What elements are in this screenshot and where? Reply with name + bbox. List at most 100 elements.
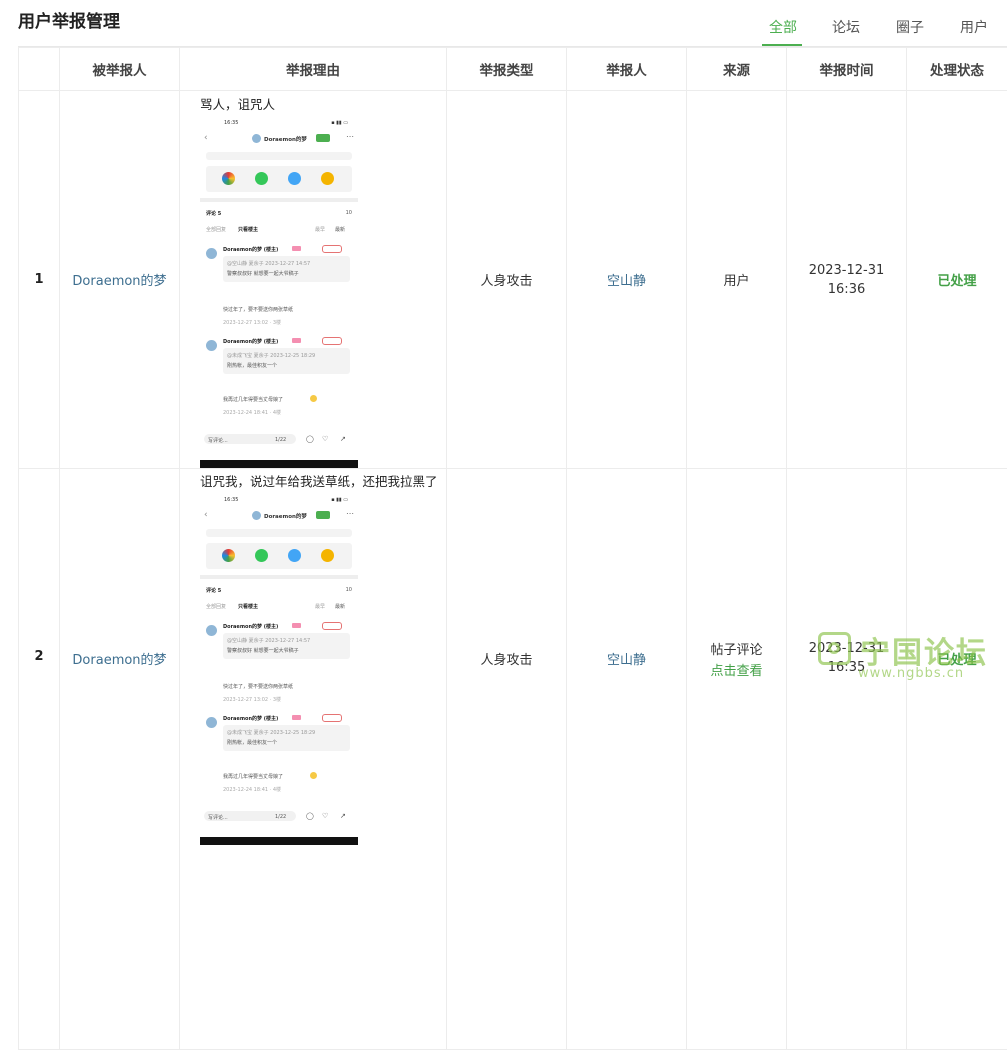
back-icon: ‹ — [204, 510, 208, 520]
phone-signal-icon: ▪ ▮▮ ▭ — [331, 497, 348, 503]
source-cell: 用户 — [687, 91, 787, 469]
moments-share-icon — [222, 549, 235, 562]
table-header-row: 被举报人 举报理由 举报类型 举报人 来源 举报时间 处理状态 — [19, 48, 1007, 91]
comment-author: Doraemon的梦 (楼主) — [223, 338, 278, 345]
filter-tabs: 全部 论坛 圈子 用户 — [0, 0, 1007, 47]
reported-user-link[interactable]: Doraemon的梦 — [60, 469, 180, 1050]
host-badge — [292, 715, 301, 720]
post-author: Doraemon的梦 — [264, 135, 307, 143]
reply-badge — [322, 622, 342, 630]
col-time: 举报时间 — [787, 48, 907, 91]
view-source-link[interactable]: 点击查看 — [687, 660, 786, 679]
comment-text: 快过年了，要不要送你两张草纸 — [223, 306, 293, 313]
comment-text: 我再过几年得要当丈母娘了 — [223, 396, 283, 403]
avatar — [206, 340, 217, 351]
post-preview — [206, 529, 352, 537]
comment-author: Doraemon的梦 (楼主) — [223, 623, 278, 630]
reporter-link[interactable]: 空山静 — [567, 91, 687, 469]
report-time: 2023-12-31 16:36 — [787, 91, 907, 469]
phone-time: 16:35 — [224, 120, 238, 126]
comments-label: 评论 5 — [206, 210, 221, 217]
phone-status-bar: 16:35 ▪ ▮▮ ▭ — [200, 118, 358, 128]
col-reported-user: 被举报人 — [60, 48, 180, 91]
qq-share-icon — [288, 172, 301, 185]
reply-text: 刚热帐，最佳积友一个 — [227, 362, 277, 369]
follow-badge — [316, 511, 330, 519]
wechat-share-icon — [255, 549, 268, 562]
sort-new: 最新 — [335, 603, 345, 610]
avatar — [206, 717, 217, 728]
tab-forum[interactable]: 论坛 — [832, 17, 860, 37]
moments-share-icon — [222, 172, 235, 185]
reply-text: 警察叔叔好 就想要一起大爷稿子 — [227, 270, 299, 277]
reply-meta: @未成飞宝 夏余子 2023-12-25 18:29 — [227, 352, 315, 359]
table-row: 2 Doraemon的梦 诅咒我，说过年给我送草纸，还把我拉黑了 16:35 ▪… — [19, 469, 1007, 1050]
sort-early: 最早 — [315, 226, 325, 233]
comment-icon: ◯ — [306, 435, 314, 443]
reason-cell: 骂人，诅咒人 16:35 ▪ ▮▮ ▭ ‹ Doraemon的梦 ⋯ 评论 5 … — [180, 91, 447, 469]
source-text: 帖子评论 — [710, 643, 762, 658]
comment-text: 我再过几年得要当丈母娘了 — [223, 773, 283, 780]
comment-meta: 2023-12-27 13:02 · 3楼 — [223, 319, 281, 326]
follow-badge — [316, 134, 330, 142]
reporter-link[interactable]: 空山静 — [567, 469, 687, 1050]
qzone-share-icon — [321, 172, 334, 185]
evidence-screenshot[interactable]: 16:35 ▪ ▮▮ ▭ ‹ Doraemon的梦 ⋯ 评论 5 10 全部回复… — [200, 495, 358, 845]
report-time-text: 2023-12-31 16:36 — [807, 261, 887, 299]
share-icon: ↗ — [340, 812, 346, 820]
sort-new: 最新 — [335, 226, 345, 233]
report-table: 被举报人 举报理由 举报类型 举报人 来源 举报时间 处理状态 1 Doraem… — [18, 47, 1007, 1050]
tab-all[interactable]: 全部 — [769, 17, 797, 37]
watermark-url: www.ngbbs.cn — [858, 666, 964, 681]
host-badge — [292, 623, 301, 628]
post-header: ‹ Doraemon的梦 ⋯ — [200, 131, 358, 147]
reply-text: 警察叔叔好 就想要一起大爷稿子 — [227, 647, 299, 654]
row-index: 1 — [19, 91, 60, 469]
phone-status-bar: 16:35 ▪ ▮▮ ▭ — [200, 495, 358, 505]
host-badge — [292, 246, 301, 251]
comment-icon: ◯ — [306, 812, 314, 820]
col-reason: 举报理由 — [180, 48, 447, 91]
col-status: 处理状态 — [907, 48, 1007, 91]
reported-user-link[interactable]: Doraemon的梦 — [60, 91, 180, 469]
wechat-share-icon — [255, 172, 268, 185]
comment-author: Doraemon的梦 (楼主) — [223, 715, 278, 722]
source-cell: 帖子评论 点击查看 — [687, 469, 787, 1050]
comment-meta: 2023-12-24 18:41 · 4楼 — [223, 786, 281, 793]
emoji-icon — [310, 772, 317, 779]
sort-early: 最早 — [315, 603, 325, 610]
reason-cell: 诅咒我，说过年给我送草纸，还把我拉黑了 16:35 ▪ ▮▮ ▭ ‹ Dorae… — [180, 469, 447, 1050]
tab-user[interactable]: 用户 — [960, 17, 988, 37]
avatar — [206, 625, 217, 636]
comment-count: 10 — [346, 210, 352, 216]
host-badge — [292, 338, 301, 343]
more-icon: ⋯ — [346, 132, 354, 141]
like-icon: ♡ — [322, 435, 328, 443]
comment-input-placeholder: 写评论... — [208, 437, 228, 444]
phone-nav-bar — [200, 460, 358, 468]
post-preview — [206, 152, 352, 160]
status-badge: 已处理 — [907, 469, 1007, 1050]
share-icon: ↗ — [340, 435, 346, 443]
phone-time: 16:35 — [224, 497, 238, 503]
emoji-icon — [310, 395, 317, 402]
report-type: 人身攻击 — [447, 91, 567, 469]
avatar — [206, 248, 217, 259]
col-type: 举报类型 — [447, 48, 567, 91]
reply-text: 刚热帐，最佳积友一个 — [227, 739, 277, 746]
evidence-screenshot[interactable]: 16:35 ▪ ▮▮ ▭ ‹ Doraemon的梦 ⋯ 评论 5 10 全部回复… — [200, 118, 358, 468]
reply-meta: @空山静 夏余子 2023-12-27 14:57 — [227, 260, 310, 267]
tab-circle[interactable]: 圈子 — [896, 17, 924, 37]
comment-meta: 2023-12-24 18:41 · 4楼 — [223, 409, 281, 416]
phone-nav-bar — [200, 837, 358, 845]
reason-text: 诅咒我，说过年给我送草纸，还把我拉黑了 — [200, 471, 446, 490]
post-author: Doraemon的梦 — [264, 512, 307, 520]
table-row: 1 Doraemon的梦 骂人，诅咒人 16:35 ▪ ▮▮ ▭ ‹ Dorae… — [19, 91, 1007, 469]
page-indicator: 1/22 — [275, 814, 286, 820]
col-source: 来源 — [687, 48, 787, 91]
reply-badge — [322, 714, 342, 722]
logo-icon — [818, 632, 851, 665]
avatar — [252, 134, 261, 143]
reply-meta: @未成飞宝 夏余子 2023-12-25 18:29 — [227, 729, 315, 736]
more-icon: ⋯ — [346, 509, 354, 518]
